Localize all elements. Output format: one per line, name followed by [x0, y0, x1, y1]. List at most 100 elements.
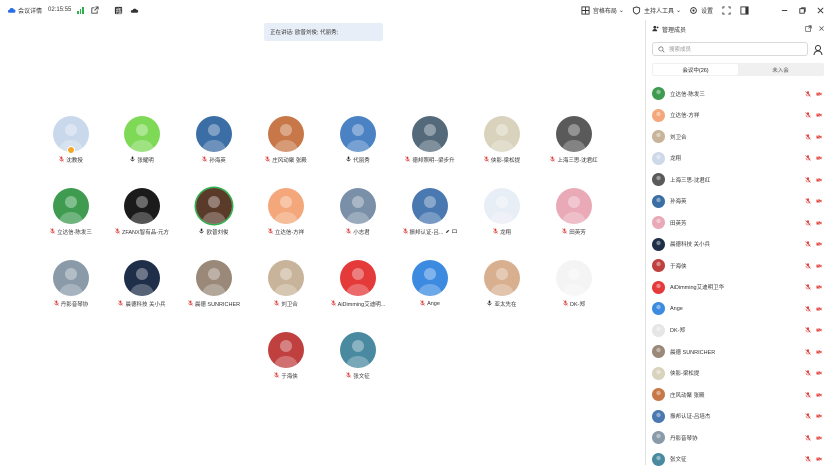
participant-name: 立达信-方祥 [275, 228, 304, 236]
list-item[interactable]: 上海三思-沈君红 [646, 169, 831, 191]
mic-muted-icon[interactable] [805, 413, 811, 419]
mic-muted-icon[interactable] [805, 112, 811, 118]
participant-tile[interactable]: DK-郑 [538, 260, 610, 316]
tab-not-joined[interactable]: 未入会 [738, 64, 823, 75]
list-item[interactable]: 晨德科技 关小兵 [646, 234, 831, 256]
mic-muted-icon[interactable] [805, 91, 811, 97]
camera-off-icon[interactable] [816, 392, 822, 398]
participant-tile[interactable]: 张文征 [322, 332, 394, 388]
camera-off-icon[interactable] [816, 155, 822, 161]
participant-tile[interactable]: 小志君 [322, 188, 394, 244]
list-item[interactable]: 侠影-梁松提 [646, 363, 831, 385]
mic-muted-icon[interactable] [805, 456, 811, 462]
participant-tile[interactable]: 张耀明 [106, 116, 178, 172]
participant-tile[interactable]: 晨德科技 关小兵 [106, 260, 178, 316]
participant-tile[interactable]: Ange [394, 260, 466, 316]
list-item[interactable]: Ange [646, 298, 831, 320]
mic-muted-icon[interactable] [805, 284, 811, 290]
camera-off-icon[interactable] [816, 284, 822, 290]
camera-off-icon[interactable] [816, 263, 822, 269]
camera-off-icon[interactable] [816, 177, 822, 183]
camera-off-icon[interactable] [816, 241, 822, 247]
camera-off-icon[interactable] [816, 370, 822, 376]
participant-tile[interactable]: 丹影音琴协 [35, 260, 107, 316]
camera-off-icon[interactable] [816, 349, 822, 355]
camera-off-icon[interactable] [816, 91, 822, 97]
participant-tile[interactable]: 龙翔 [466, 188, 538, 244]
close-icon[interactable] [815, 5, 825, 15]
add-member-icon[interactable] [813, 43, 825, 55]
camera-off-icon[interactable] [816, 112, 822, 118]
participant-tile[interactable]: AiDimming艾迪明... [322, 260, 394, 316]
participant-tile[interactable]: 晨德 SUNRICHER [178, 260, 250, 316]
list-item[interactable]: 张文征 [646, 449, 831, 470]
participant-tile[interactable]: 于海侠 [250, 332, 322, 388]
mic-muted-icon[interactable] [805, 306, 811, 312]
participant-name: 代丽秀 [353, 156, 370, 164]
camera-off-icon[interactable] [816, 134, 822, 140]
participant-tile[interactable]: 立达信-方祥 [250, 188, 322, 244]
list-item[interactable]: 立达信-方祥 [646, 105, 831, 127]
mic-muted-icon[interactable] [805, 392, 811, 398]
screen-share-icon [452, 229, 457, 236]
camera-off-icon[interactable] [816, 327, 822, 333]
list-item[interactable]: AiDimming艾迪明卫华 [646, 277, 831, 299]
participant-tile[interactable]: 德邦照明--梁步升 [394, 116, 466, 172]
participant-tile[interactable]: 侠影-梁松提 [466, 116, 538, 172]
participant-tile[interactable]: 沈教授 [35, 116, 107, 172]
close-icon[interactable] [818, 25, 825, 34]
tab-in-meeting[interactable]: 会议中(26) [653, 64, 738, 75]
mic-muted-icon[interactable] [805, 327, 811, 333]
fullscreen-icon[interactable] [721, 5, 731, 15]
member-name: 晨德科技 关小兵 [670, 240, 800, 248]
participant-tile[interactable]: 田英芳 [538, 188, 610, 244]
list-item[interactable]: 晨德 SUNRICHER [646, 341, 831, 363]
participant-name: 刘卫合 [281, 300, 298, 308]
mic-muted-icon[interactable] [805, 134, 811, 140]
mic-muted-icon[interactable] [805, 177, 811, 183]
participant-tile[interactable]: 上海三思-沈君红 [538, 116, 610, 172]
list-item[interactable]: 孙海英 [646, 191, 831, 213]
sidebar-toggle-icon[interactable] [739, 5, 749, 15]
participant-tile[interactable]: 代丽秀 [322, 116, 394, 172]
mic-muted-icon[interactable] [805, 198, 811, 204]
participant-tile[interactable]: 亚太先在 [466, 260, 538, 316]
camera-off-icon[interactable] [816, 306, 822, 312]
participant-tile[interactable]: 孙海英 [178, 116, 250, 172]
list-item[interactable]: 龙翔 [646, 148, 831, 170]
list-item[interactable]: 于海侠 [646, 255, 831, 277]
list-item[interactable]: 丹影音琴协 [646, 427, 831, 449]
participant-tile[interactable]: 庄风动聚 张殿 [250, 116, 322, 172]
participant-tile[interactable]: ZFANX智有品-元方 [106, 188, 178, 244]
list-item[interactable]: 立达信-陈发三 [646, 83, 831, 105]
participant-name: 龙翔 [500, 228, 511, 236]
list-item[interactable]: 田英芳 [646, 212, 831, 234]
mic-muted-icon[interactable] [805, 155, 811, 161]
list-item[interactable]: DK-郑 [646, 320, 831, 342]
participant-tile[interactable]: 振邦认证-吕... [394, 188, 466, 244]
participant-tile[interactable]: 刘卫合 [250, 260, 322, 316]
camera-off-icon[interactable] [816, 435, 822, 441]
mic-muted-icon[interactable] [805, 349, 811, 355]
camera-off-icon[interactable] [816, 413, 822, 419]
popout-icon[interactable] [805, 25, 812, 34]
list-item[interactable]: 振邦认证-吕培杰 [646, 406, 831, 428]
minimize-icon[interactable] [779, 5, 789, 15]
mic-muted-icon[interactable] [805, 435, 811, 441]
mic-muted-icon[interactable] [805, 220, 811, 226]
list-item[interactable]: 刘卫合 [646, 126, 831, 148]
camera-off-icon[interactable] [816, 220, 822, 226]
participant-tile[interactable]: 欧普刘俊 [178, 188, 250, 244]
mic-muted-icon[interactable] [805, 263, 811, 269]
list-item[interactable]: 庄风动聚 张殿 [646, 384, 831, 406]
settings-button[interactable]: 设置 [689, 5, 713, 15]
mic-muted-icon[interactable] [805, 370, 811, 376]
avatar [652, 87, 665, 100]
participant-tile[interactable]: 立达信-陈发三 [35, 188, 107, 244]
camera-off-icon[interactable] [816, 456, 822, 462]
mic-muted-icon[interactable] [805, 241, 811, 247]
member-search-input[interactable]: 搜索成员 [652, 42, 808, 56]
restore-icon[interactable] [797, 5, 807, 15]
camera-off-icon[interactable] [816, 198, 822, 204]
participant-name-row: 田英芳 [538, 228, 610, 236]
